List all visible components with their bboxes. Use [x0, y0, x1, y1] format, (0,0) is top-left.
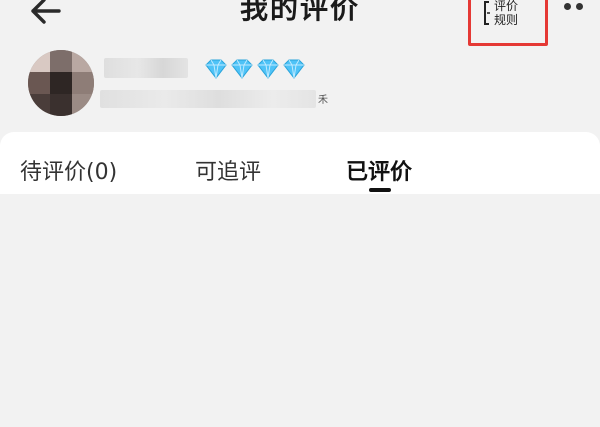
- diamond-level-icons: [205, 59, 305, 79]
- diamond-icon: [257, 59, 279, 79]
- avatar[interactable]: [28, 50, 94, 116]
- more-dot: [576, 3, 583, 10]
- my-reviews-screen: 我的评价 评价 规则 禾 待评价(0) 可追评 已评价: [0, 0, 600, 427]
- diamond-icon: [283, 59, 305, 79]
- avatar-pixel: [72, 72, 94, 94]
- avatar-pixel: [72, 94, 94, 116]
- review-rules-label: 评价 规则: [494, 0, 519, 27]
- profile-tiny-mark: 禾: [318, 95, 328, 106]
- username-blurred: [104, 58, 188, 78]
- user-profile: 禾: [0, 44, 600, 130]
- avatar-pixel: [50, 94, 72, 116]
- more-dots-icon: [564, 3, 571, 10]
- tab-follow-up-review[interactable]: 可追评: [195, 154, 261, 186]
- avatar-pixel: [72, 50, 94, 72]
- active-tab-indicator: [369, 188, 391, 192]
- profile-subtext-blurred: [100, 90, 316, 108]
- more-options-button[interactable]: [558, 0, 588, 16]
- bracket-icon: [484, 1, 490, 25]
- tab-reviewed[interactable]: 已评价: [346, 154, 412, 186]
- avatar-pixel: [28, 50, 50, 72]
- reviews-list-area: [0, 194, 600, 427]
- review-rules-button[interactable]: 评价 规则: [468, 0, 548, 46]
- avatar-pixel: [28, 94, 50, 116]
- tab-pending-review[interactable]: 待评价(0): [20, 154, 117, 186]
- review-tabs: 待评价(0) 可追评 已评价: [0, 132, 600, 194]
- top-bar: 我的评价 评价 规则: [0, 0, 600, 46]
- diamond-icon: [231, 59, 253, 79]
- avatar-pixel: [28, 72, 50, 94]
- avatar-pixel: [50, 72, 72, 94]
- avatar-pixel: [50, 50, 72, 72]
- diamond-icon: [205, 59, 227, 79]
